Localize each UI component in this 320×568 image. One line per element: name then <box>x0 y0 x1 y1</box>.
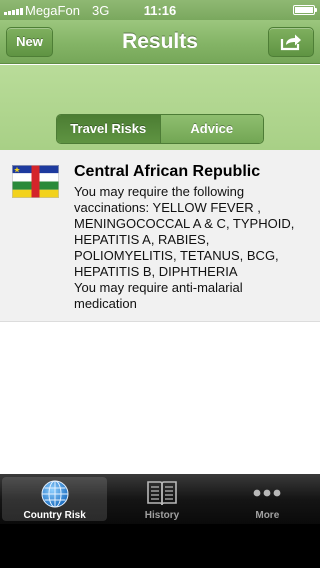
detail-line: HEPATITIS B, DIPHTHERIA <box>74 264 238 279</box>
share-icon <box>280 34 301 51</box>
vaccination-details: You may require the following vaccinatio… <box>74 184 314 312</box>
tab-label: History <box>144 510 180 521</box>
segment-travel-risks[interactable]: Travel Risks <box>57 115 160 143</box>
segment-bar: Travel Risks Advice <box>0 65 320 150</box>
tab-label: More <box>255 510 280 521</box>
country-name: Central African Republic <box>74 163 261 180</box>
bottom-bezel <box>0 524 320 568</box>
status-time: 11:16 <box>143 3 177 18</box>
detail-line: You may require anti-malarial <box>74 280 243 295</box>
empty-area <box>0 322 320 474</box>
globe-icon <box>41 480 69 508</box>
tab-country-risk[interactable]: Country Risk <box>2 477 108 521</box>
battery-icon <box>293 5 317 15</box>
central-african-republic-flag-icon <box>12 165 59 198</box>
detail-line: POLIOMYELITIS, TETANUS, BCG, <box>74 248 279 263</box>
detail-line: medication <box>74 296 137 311</box>
detail-line: You may require the following <box>74 184 245 199</box>
result-card: Central African Republic You may require… <box>0 150 320 322</box>
tab-bar: Country Risk History More <box>0 474 320 524</box>
segment-advice[interactable]: Advice <box>159 115 263 143</box>
status-bar: MegaFon 3G 11:16 <box>0 0 320 20</box>
tab-label: Country Risk <box>23 510 86 521</box>
segmented-control: Travel Risks Advice <box>56 114 264 144</box>
share-button[interactable] <box>268 27 314 57</box>
detail-line: vaccinations: YELLOW FEVER , <box>74 200 261 215</box>
tab-history[interactable]: History <box>109 474 214 524</box>
tab-more[interactable]: More <box>215 474 320 524</box>
detail-line: MENINGOCOCCAL A & C, TYPHOID, <box>74 216 295 231</box>
detail-line: HEPATITIS A, RABIES, <box>74 232 210 247</box>
book-icon <box>147 481 177 506</box>
more-dots-icon <box>253 489 281 497</box>
navigation-bar: New Results <box>0 20 320 64</box>
